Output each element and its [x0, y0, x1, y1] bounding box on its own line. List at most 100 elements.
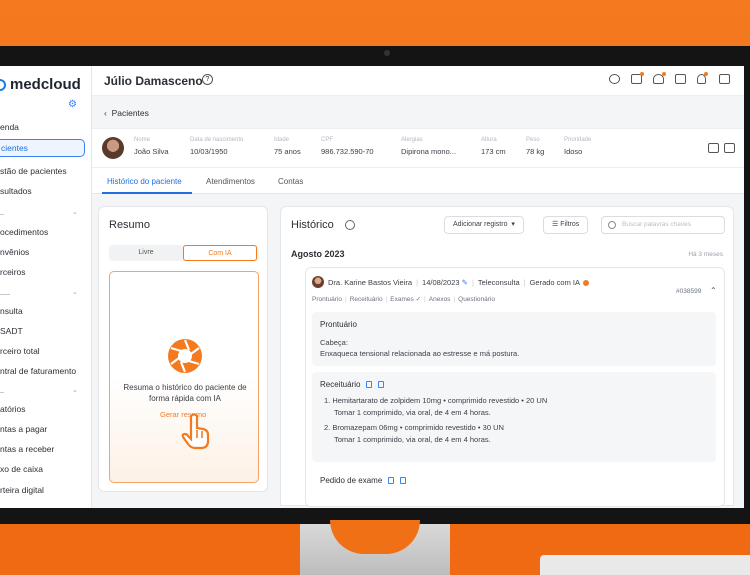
chevron-down-icon[interactable]: ⌄ — [72, 288, 78, 296]
resumo-title: Resumo — [109, 219, 150, 231]
sidebar-item-parceiros[interactable]: rceiros — [0, 263, 88, 281]
help-icon[interactable]: ? — [202, 74, 213, 85]
tab-contas[interactable]: Contas — [278, 177, 303, 186]
sidebar-item-central-faturamento[interactable]: ntral de faturamento — [0, 362, 88, 380]
gear-icon[interactable]: ⚙ — [68, 99, 77, 110]
sidebar-item-contas-pagar[interactable]: ntas a pagar — [0, 420, 88, 438]
field-label: Peso — [526, 137, 540, 143]
sidebar-item-label: ntral de faturamento — [0, 366, 77, 376]
sidebar-item-pacientes[interactable]: cientes — [0, 139, 85, 157]
ai-summary-box: Resuma o histórico do paciente de forma … — [109, 271, 259, 483]
copy-icon[interactable] — [366, 381, 373, 388]
duplicate-icon[interactable] — [400, 477, 407, 484]
history-clock-icon[interactable] — [345, 220, 355, 230]
sidebar-item-terceiro-total[interactable]: rceiro total — [0, 342, 88, 360]
sidebar-item-label: ntas a receber — [0, 444, 55, 454]
patient-field: CPF 986.732.590-70 — [321, 137, 374, 156]
sidebar-item-fluxo-caixa[interactable]: xo de caixa — [0, 460, 88, 478]
brand-logo[interactable]: medcloud — [0, 76, 81, 93]
record-type: Teleconsulta — [477, 278, 520, 287]
edit-icon[interactable]: ✎ — [462, 278, 468, 287]
sidebar-group-divider[interactable] — [0, 290, 80, 295]
field-value: 10/03/1950 — [190, 147, 228, 156]
sidebar-item-contas-receber[interactable]: ntas a receber — [0, 440, 88, 458]
subtab-prontuario[interactable]: Prontuário — [312, 296, 342, 303]
tab-atendimentos[interactable]: Atendimentos — [206, 177, 255, 186]
subtab-questionario[interactable]: Questionário — [458, 296, 495, 303]
sidebar-item-label: atórios — [0, 404, 26, 414]
sidebar-item-procedimentos[interactable]: ocedimentos — [0, 223, 88, 241]
brand-name: medcloud — [10, 76, 81, 93]
calendar-icon[interactable] — [719, 74, 730, 84]
field-value: Dipirona mono... — [401, 147, 457, 156]
resumo-panel: Resumo Livre Com IA Resuma o histórico d… — [98, 206, 268, 492]
field-label: Nome — [134, 137, 151, 143]
resumo-mode-toggle[interactable]: Livre Com IA — [109, 245, 259, 261]
cart-icon[interactable] — [631, 72, 644, 84]
doctor-name: Dra. Karine Bastos Vieira — [328, 278, 413, 287]
sidebar: medcloud ⚙ enda cientes stão de paciente… — [0, 66, 92, 508]
duplicate-icon[interactable] — [378, 381, 385, 388]
field-value: 75 anos — [274, 147, 301, 156]
pointer-hand-icon — [181, 413, 210, 450]
subtab-anexos[interactable]: Anexos — [429, 296, 451, 303]
sidebar-item-resultados[interactable]: sultados — [0, 182, 88, 200]
patient-field: Peso 78 kg — [526, 137, 544, 156]
sidebar-item-carteira-digital[interactable]: rteira digital — [0, 481, 88, 499]
chat-icon[interactable] — [675, 74, 686, 84]
toggle-option-livre[interactable]: Livre — [109, 245, 183, 261]
sidebar-item-convenios[interactable]: nvênios — [0, 243, 88, 261]
breadcrumb-label: Pacientes — [111, 108, 149, 118]
sidebar-item-agenda[interactable]: enda — [0, 118, 88, 136]
subtab-receituario[interactable]: Receituário — [350, 296, 383, 303]
sidebar-item-label: rceiros — [0, 267, 26, 277]
copy-icon[interactable] — [388, 477, 395, 484]
field-label: Altura — [481, 137, 497, 143]
generated-with-ai: Gerado com IA — [529, 278, 581, 287]
cabeca-text: Enxaqueca tensional relacionada ao estre… — [320, 349, 520, 358]
field-value: 986.732.590-70 — [321, 147, 374, 156]
add-record-button[interactable]: Adicionar registro ▾ — [444, 216, 524, 234]
sidebar-item-consulta[interactable]: nsulta — [0, 302, 88, 320]
sidebar-item-sadt[interactable]: SADT — [0, 322, 88, 340]
exame-section: Pedido de exame — [312, 468, 716, 504]
chevron-down-icon[interactable]: ⌄ — [72, 208, 78, 216]
patient-field: Data de nascimento 10/03/1950 — [190, 137, 243, 156]
sidebar-group-divider[interactable] — [0, 388, 80, 393]
search-placeholder: Buscar palavras chaves — [622, 221, 692, 228]
sidebar-item-gestao-pacientes[interactable]: stão de pacientes — [0, 162, 88, 180]
print-icon[interactable] — [708, 143, 719, 153]
background-device — [540, 555, 750, 575]
sidebar-item-label: nsulta — [0, 306, 23, 316]
chevron-down-icon[interactable]: ⌄ — [72, 386, 78, 394]
breadcrumb[interactable]: ‹ Pacientes — [104, 108, 149, 118]
historico-panel: Histórico Adicionar registro ▾ ☰ Filtros… — [280, 206, 734, 507]
profile-card-icon[interactable] — [724, 143, 735, 153]
field-value: Idoso — [564, 147, 583, 156]
prescription-instructions: Tomar 1 comprimido, via oral, de 4 em 4 … — [334, 435, 491, 444]
sidebar-item-label: enda — [0, 122, 19, 132]
app-screen: medcloud ⚙ enda cientes stão de paciente… — [0, 66, 744, 508]
section-title: Prontuário — [320, 320, 357, 329]
sidebar-item-label: SADT — [0, 326, 23, 336]
button-label: Filtros — [560, 221, 580, 228]
tab-historico[interactable]: Histórico do paciente — [107, 177, 182, 186]
chevron-up-icon[interactable]: ⌃ — [710, 286, 717, 295]
filters-button[interactable]: ☰ Filtros — [543, 216, 589, 234]
search-input[interactable]: Buscar palavras chaves — [601, 216, 725, 234]
month-relative-time: Há 3 meses — [688, 251, 723, 258]
sidebar-item-relatorios[interactable]: atórios — [0, 400, 88, 418]
field-label: Idade — [274, 137, 290, 143]
user-icon[interactable] — [653, 72, 666, 84]
cabeca-label: Cabeça: — [320, 338, 348, 347]
share-icon[interactable] — [609, 74, 620, 84]
sidebar-group-divider[interactable] — [0, 210, 80, 215]
check-icon: ✓ — [415, 296, 422, 303]
subtab-exames[interactable]: Exames — [390, 296, 413, 303]
historico-title: Histórico — [291, 219, 334, 231]
field-value: João Silva — [134, 147, 169, 156]
bell-icon[interactable] — [697, 72, 708, 84]
search-icon — [608, 221, 616, 229]
toggle-option-com-ia[interactable]: Com IA — [183, 245, 257, 261]
avatar[interactable] — [102, 137, 124, 159]
